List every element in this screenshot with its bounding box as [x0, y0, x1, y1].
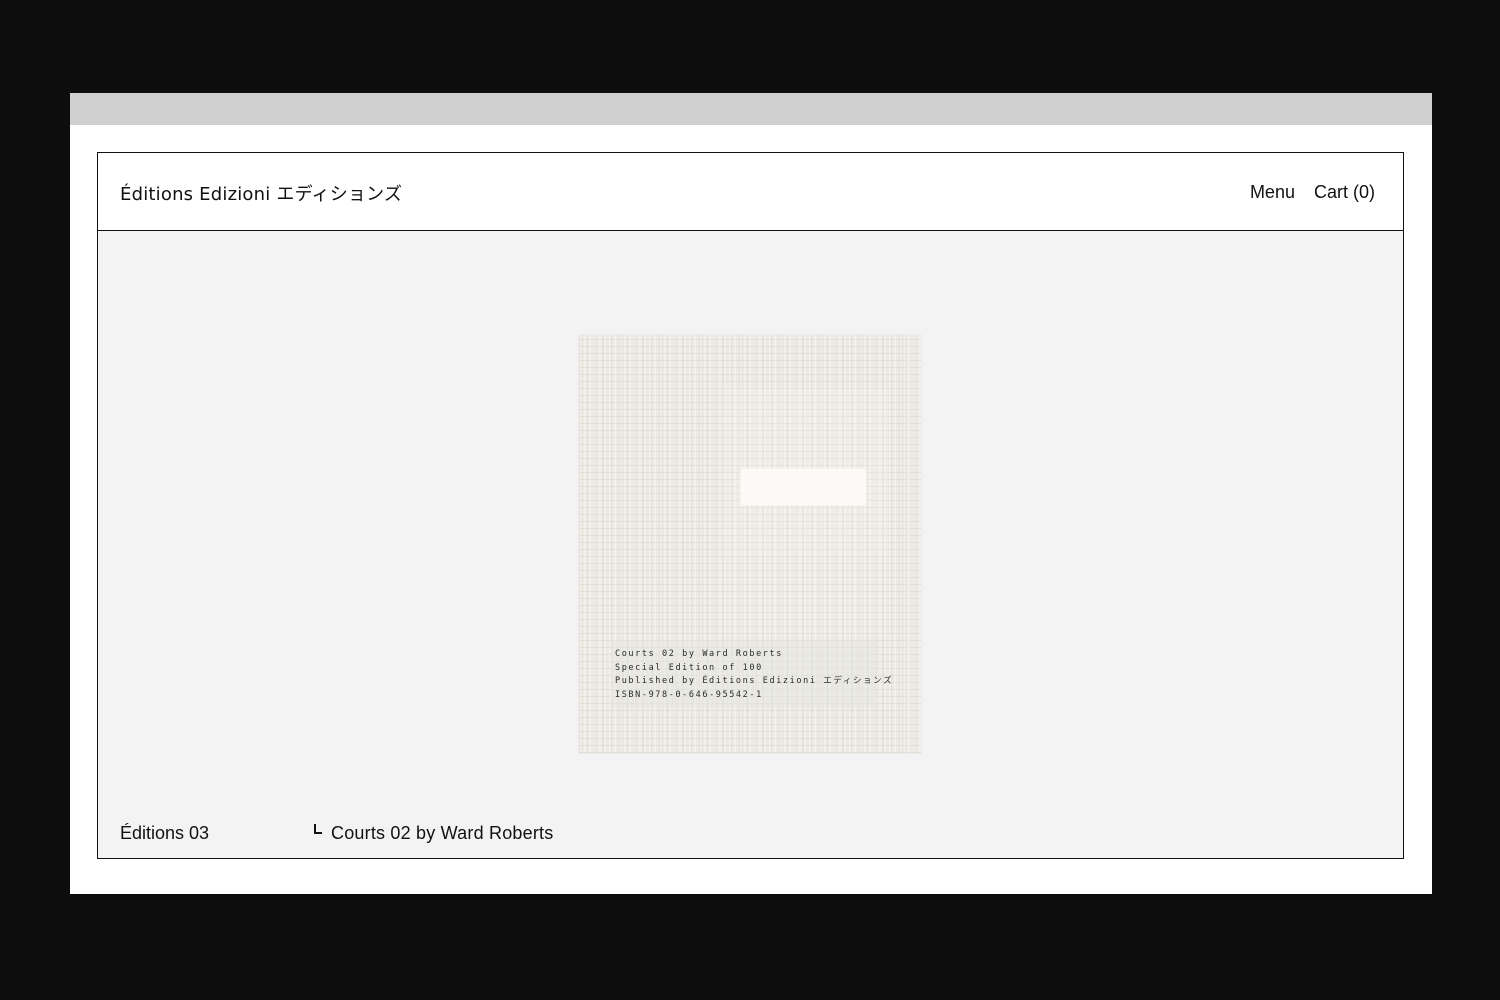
cover-text-line: Special Edition of 100 — [615, 662, 763, 673]
cover-text-line: Courts 02 by Ward Roberts — [615, 649, 783, 659]
collection-link[interactable]: Éditions 03 — [120, 823, 209, 844]
cover-colophon: Courts 02 by Ward Roberts Special Editio… — [615, 648, 893, 702]
site-frame: Éditions Edizioni エディションズ Menu Cart (0) … — [97, 152, 1404, 859]
cover-text-line: ISBN-978-0-646-95542-1 — [615, 689, 763, 700]
book-cover-image[interactable]: Courts 02 by Ward Roberts Special Editio… — [579, 335, 921, 753]
product-stage: Courts 02 by Ward Roberts Special Editio… — [98, 231, 1403, 858]
site-header: Éditions Edizioni エディションズ Menu Cart (0) — [98, 153, 1403, 231]
browser-toolbar — [70, 93, 1432, 125]
product-title: Courts 02 by Ward Roberts — [331, 823, 554, 843]
main-nav: Menu Cart (0) — [1236, 182, 1375, 203]
book-spine — [905, 335, 911, 753]
corner-arrow-icon — [314, 824, 322, 834]
cover-label — [741, 469, 866, 505]
cover-text-line: Published by Éditions Edizioni エディションズ — [615, 676, 894, 686]
menu-button[interactable]: Menu — [1250, 182, 1295, 202]
cover-panel-lower — [722, 557, 888, 637]
cart-link[interactable]: Cart (0) — [1314, 182, 1375, 202]
browser-window: Éditions Edizioni エディションズ Menu Cart (0) … — [70, 93, 1432, 894]
breadcrumb: Courts 02 by Ward Roberts — [314, 823, 553, 844]
brand-logo-link[interactable]: Éditions Edizioni エディションズ — [120, 180, 402, 206]
